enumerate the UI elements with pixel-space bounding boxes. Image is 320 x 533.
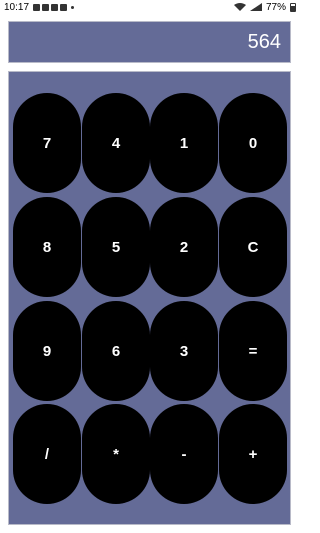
key-6[interactable]: 6: [82, 301, 150, 401]
key-3[interactable]: 3: [150, 301, 218, 401]
status-left: 10:17: [4, 1, 75, 13]
key-9[interactable]: 9: [13, 301, 81, 401]
media-icon: [51, 3, 59, 11]
display-value: 564: [247, 30, 281, 53]
dot-icon: [71, 5, 75, 9]
minus-button[interactable]: -: [150, 404, 218, 504]
status-bar: 10:17 77%: [0, 0, 300, 14]
battery-percent: 77%: [265, 1, 286, 13]
wifi-icon: [233, 3, 246, 11]
key-7[interactable]: 7: [13, 93, 81, 193]
key-5[interactable]: 5: [82, 197, 150, 297]
image-icon: [33, 3, 41, 11]
key-4[interactable]: 4: [82, 93, 150, 193]
signal-icon: [249, 3, 262, 11]
key-0[interactable]: 0: [219, 93, 287, 193]
key-8[interactable]: 8: [13, 197, 81, 297]
divide-button[interactable]: /: [13, 404, 81, 504]
keypad: 7 4 1 0 8 5 2 C 9 6 3 = / * - +: [8, 71, 291, 525]
gallery-icon: [42, 3, 50, 11]
key-1[interactable]: 1: [150, 93, 218, 193]
calculator-display: 564: [8, 21, 291, 63]
plus-button[interactable]: +: [219, 404, 287, 504]
key-2[interactable]: 2: [150, 197, 218, 297]
status-right: 77%: [233, 1, 296, 13]
app-icon: [60, 3, 68, 11]
equals-button[interactable]: =: [219, 301, 287, 401]
clear-button[interactable]: C: [219, 197, 287, 297]
multiply-button[interactable]: *: [82, 404, 150, 504]
battery-icon: [290, 2, 296, 12]
notification-icons: [33, 3, 75, 11]
status-time: 10:17: [4, 1, 30, 13]
